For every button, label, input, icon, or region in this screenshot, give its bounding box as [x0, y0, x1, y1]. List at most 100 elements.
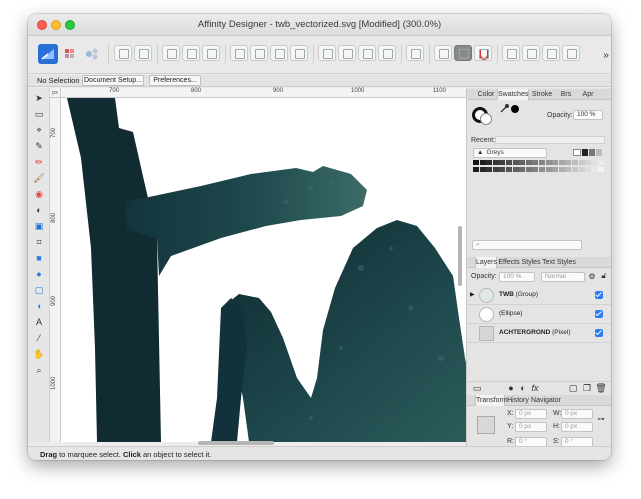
swatch-grey[interactable]: [589, 149, 595, 156]
designer-persona-icon[interactable]: [38, 44, 58, 64]
layer-visibility-checkbox[interactable]: [595, 310, 603, 318]
brush-tool-icon[interactable]: 🖌: [33, 172, 45, 184]
rotate-right-button[interactable]: [378, 45, 396, 61]
color-swatch[interactable]: [591, 160, 598, 165]
align-top-button[interactable]: [290, 45, 308, 61]
color-swatch[interactable]: [479, 160, 486, 165]
color-swatch[interactable]: [486, 167, 493, 172]
layer-visibility-checkbox[interactable]: [595, 291, 603, 299]
node-tool-icon[interactable]: ⌖: [33, 124, 45, 136]
color-swatch[interactable]: [479, 167, 486, 172]
duplicate-layer-icon[interactable]: ❐: [581, 382, 593, 394]
pen-tool-icon[interactable]: ✎: [33, 140, 45, 152]
tab-history[interactable]: History: [506, 395, 530, 406]
snap-to-grid-button[interactable]: [162, 45, 180, 61]
boolean-divide-button[interactable]: [562, 45, 580, 61]
snap-to-object-button[interactable]: [182, 45, 200, 61]
color-swatch[interactable]: [512, 167, 519, 172]
lock-icon[interactable]: 🔓︎: [599, 271, 609, 281]
swatch-black[interactable]: [582, 149, 588, 156]
color-swatch[interactable]: [558, 160, 565, 165]
horizontal-scrollbar[interactable]: [198, 441, 274, 445]
color-swatch[interactable]: [492, 167, 499, 172]
shapes-tool-icon[interactable]: ◖: [33, 300, 45, 312]
transparency-tool-icon[interactable]: ◐: [33, 204, 45, 216]
tab-text-styles[interactable]: Text Styles: [542, 257, 576, 268]
adjustment-icon[interactable]: ◐: [517, 382, 529, 394]
swatch-light-grey[interactable]: [596, 149, 602, 156]
flip-horizontal-button[interactable]: [318, 45, 336, 61]
width-field[interactable]: 0 px: [561, 409, 593, 419]
snap-to-guides-button[interactable]: [202, 45, 220, 61]
toolbar-overflow-icon[interactable]: »: [600, 49, 611, 61]
color-swatch[interactable]: [525, 167, 532, 172]
align-left-button[interactable]: [230, 45, 248, 61]
color-swatch[interactable]: [545, 160, 552, 165]
document-canvas[interactable]: twb: [61, 98, 495, 442]
color-swatch[interactable]: [499, 167, 506, 172]
palette-selector[interactable]: ▲ Greys: [473, 148, 547, 158]
color-swatch[interactable]: [532, 167, 539, 172]
view-tool-icon[interactable]: ✋: [33, 348, 45, 360]
layer-row[interactable]: ACHTERGROND (Pixel): [467, 324, 611, 343]
align-right-button[interactable]: [270, 45, 288, 61]
color-picker-tool-icon[interactable]: ⁄: [33, 332, 45, 344]
color-swatch[interactable]: [519, 167, 526, 172]
color-swatch[interactable]: [598, 160, 605, 165]
x-position-field[interactable]: 0 px: [515, 409, 547, 419]
y-position-field[interactable]: 0 px: [515, 422, 547, 432]
twb-artwork[interactable]: twb: [61, 98, 495, 442]
color-swatch[interactable]: [585, 160, 592, 165]
recent-colors-strip[interactable]: [495, 136, 605, 144]
color-swatch[interactable]: [552, 167, 559, 172]
opacity-field[interactable]: 100 %: [573, 110, 603, 120]
layer-opacity-field[interactable]: 100 %: [499, 272, 535, 282]
boolean-intersect-button[interactable]: [542, 45, 560, 61]
blend-mode-select[interactable]: Normal: [541, 272, 585, 282]
layer-row[interactable]: (Ellipse): [467, 305, 611, 324]
tab-navigator[interactable]: Navigator: [531, 395, 561, 406]
tab-stroke[interactable]: Stroke: [529, 89, 555, 100]
anchor-point-selector[interactable]: [477, 416, 495, 434]
tab-effects[interactable]: Effects: [498, 257, 520, 268]
boolean-subtract-button[interactable]: [522, 45, 540, 61]
fill-tool-icon[interactable]: ◉: [33, 188, 45, 200]
tab-transform[interactable]: Transform: [475, 395, 508, 406]
magnet-icon[interactable]: [474, 45, 492, 61]
gear-icon[interactable]: ⚙: [587, 271, 597, 281]
artboard-tool-icon[interactable]: ▭: [33, 108, 45, 120]
expand-triangle-icon[interactable]: ▶: [470, 291, 475, 298]
rounded-rectangle-tool-icon[interactable]: ▢: [33, 284, 45, 296]
rectangle-tool-icon[interactable]: ■: [33, 252, 45, 264]
pixel-persona-icon[interactable]: [62, 44, 82, 64]
color-swatch[interactable]: [539, 160, 545, 165]
color-swatch[interactable]: [492, 160, 499, 165]
color-swatch[interactable]: [539, 167, 545, 172]
color-swatch[interactable]: [585, 167, 592, 172]
color-picker-icon[interactable]: [500, 103, 510, 115]
current-color-swatch[interactable]: [511, 105, 519, 113]
move-to-front-button[interactable]: [114, 45, 132, 61]
document-setup-button[interactable]: Document Setup...: [82, 75, 144, 86]
color-swatch[interactable]: [578, 167, 585, 172]
tab-styles[interactable]: Styles: [521, 257, 541, 268]
ellipse-tool-icon[interactable]: ●: [33, 268, 45, 280]
layer-options-icon[interactable]: ▭: [471, 382, 483, 394]
color-swatch[interactable]: [499, 160, 506, 165]
add-layer-icon[interactable]: ▢: [567, 382, 579, 394]
color-swatch[interactable]: [572, 160, 578, 165]
color-swatch[interactable]: [486, 160, 493, 165]
color-swatch[interactable]: [506, 160, 512, 165]
crop-tool-icon[interactable]: ⌗: [33, 236, 45, 248]
link-icon[interactable]: ⊶: [597, 415, 605, 423]
color-swatch[interactable]: [565, 167, 572, 172]
rotate-left-button[interactable]: [358, 45, 376, 61]
swatch-grid[interactable]: [473, 160, 605, 176]
swatch-search-field[interactable]: ⌕: [472, 240, 582, 250]
fx-icon[interactable]: fx: [529, 382, 541, 394]
preferences-button[interactable]: Preferences...: [149, 75, 201, 86]
color-swatch[interactable]: [552, 160, 559, 165]
mask-icon[interactable]: ●: [505, 382, 517, 394]
zoom-tool-icon[interactable]: ⌕: [33, 364, 45, 376]
none-swatch[interactable]: [573, 149, 581, 156]
